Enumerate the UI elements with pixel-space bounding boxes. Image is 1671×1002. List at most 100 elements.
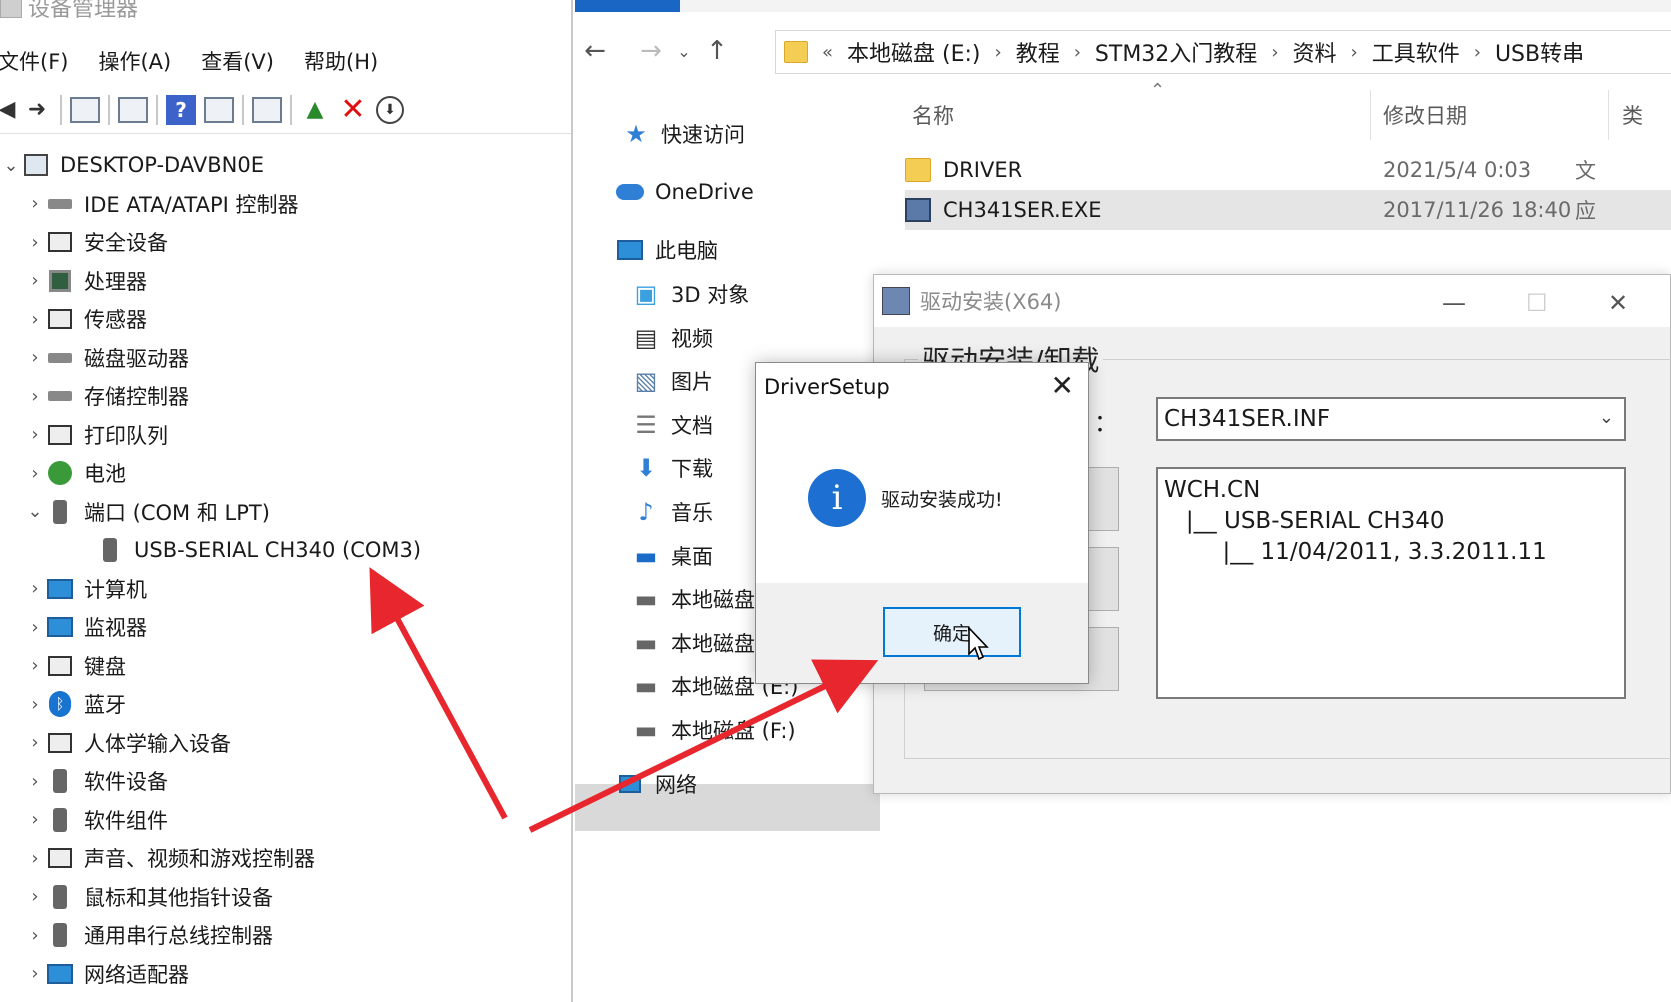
- device-category[interactable]: › 软件设备: [0, 762, 571, 801]
- menu-file[interactable]: 文件(F): [0, 44, 84, 80]
- chevron-right-icon[interactable]: ›: [24, 963, 46, 984]
- device-category[interactable]: › 通用串行总线控制器: [0, 916, 571, 955]
- device-category[interactable]: › 网络适配器: [0, 955, 571, 994]
- chevron-right-icon[interactable]: ›: [24, 694, 46, 715]
- device-category[interactable]: › 软件组件: [0, 801, 571, 840]
- breadcrumb-tools[interactable]: 工具软件: [1372, 36, 1460, 68]
- chevron-down-icon[interactable]: ⌄: [1599, 407, 1614, 428]
- column-header-type[interactable]: 类: [1622, 100, 1643, 130]
- nav-this-pc-item[interactable]: ▬ 本地磁盘: [631, 579, 755, 619]
- chevron-right-icon[interactable]: ›: [24, 270, 46, 291]
- nav-this-pc-item[interactable]: ♪ 音乐: [631, 492, 713, 532]
- device-category[interactable]: › 监视器: [0, 608, 571, 647]
- chevron-right-icon[interactable]: ›: [24, 771, 46, 792]
- chevron-right-icon[interactable]: ›: [1351, 42, 1358, 63]
- device-category[interactable]: › 处理器: [0, 262, 571, 301]
- device-category[interactable]: › 键盘: [0, 647, 571, 686]
- nav-this-pc[interactable]: 此电脑: [615, 230, 718, 270]
- breadcrumb-stm32[interactable]: STM32入门教程: [1095, 36, 1257, 68]
- inf-select-dropdown[interactable]: CH341SER.INF ⌄: [1156, 397, 1626, 441]
- device-category[interactable]: › 声音、视频和游戏控制器: [0, 839, 571, 878]
- chevron-right-icon[interactable]: ›: [24, 809, 46, 830]
- disable-device-icon[interactable]: ⬇: [376, 95, 404, 124]
- nav-network[interactable]: 网络: [615, 764, 697, 804]
- minimize-icon[interactable]: —: [1442, 289, 1466, 317]
- update-driver-icon[interactable]: ▲: [300, 95, 330, 125]
- device-category[interactable]: › 电池: [0, 454, 571, 493]
- chevron-right-icon[interactable]: ›: [1474, 42, 1481, 63]
- chevron-right-icon[interactable]: ›: [24, 617, 46, 638]
- chevron-down-icon[interactable]: ⌄: [0, 155, 22, 176]
- chevron-right-icon[interactable]: ›: [24, 193, 46, 214]
- chevron-right-icon[interactable]: ›: [24, 309, 46, 330]
- file-row[interactable]: DRIVER 2021/5/4 0:03 文: [905, 150, 1671, 190]
- chevron-right-icon[interactable]: ›: [1074, 42, 1081, 63]
- chevron-right-icon[interactable]: ›: [24, 925, 46, 946]
- scan-hardware-icon[interactable]: [252, 96, 282, 123]
- device-item[interactable]: USB-SERIAL CH340 (COM3): [0, 531, 571, 570]
- device-category[interactable]: › ᛒ 蓝牙: [0, 685, 571, 724]
- breadcrumb-drive[interactable]: 本地磁盘 (E:): [847, 36, 980, 68]
- nav-this-pc-item[interactable]: ⬇ 下载: [631, 448, 713, 488]
- column-header-name[interactable]: 名称: [912, 100, 954, 130]
- file-tab[interactable]: [575, 0, 680, 12]
- close-icon[interactable]: ✕: [1608, 289, 1628, 317]
- nav-this-pc-item[interactable]: ▬ 桌面: [631, 536, 713, 576]
- device-category[interactable]: › 鼠标和其他指针设备: [0, 878, 571, 917]
- nav-onedrive[interactable]: OneDrive: [615, 172, 754, 212]
- nav-this-pc-item[interactable]: ▤ 视频: [631, 318, 713, 358]
- device-category[interactable]: › IDE ATA/ATAPI 控制器: [0, 185, 571, 224]
- forward-icon[interactable]: →: [631, 36, 671, 66]
- column-divider[interactable]: [1370, 90, 1371, 140]
- forward-arrow-icon[interactable]: ➜: [22, 95, 52, 125]
- back-icon[interactable]: ←: [575, 36, 615, 66]
- nav-this-pc-item[interactable]: ☰ 文档: [631, 405, 713, 445]
- maximize-icon[interactable]: ☐: [1526, 289, 1548, 317]
- chevron-right-icon[interactable]: ›: [24, 347, 46, 368]
- close-icon[interactable]: ✕: [1051, 369, 1074, 402]
- tree-root[interactable]: ⌄ DESKTOP-DAVBN0E: [0, 146, 571, 185]
- nav-quick-access[interactable]: ★ 快速访问: [621, 114, 745, 154]
- help-icon[interactable]: ?: [166, 94, 196, 125]
- properties-icon[interactable]: [118, 96, 148, 123]
- chevron-right-icon[interactable]: ›: [24, 424, 46, 445]
- chevron-right-icon[interactable]: ›: [24, 848, 46, 869]
- recent-locations-icon[interactable]: ⌄: [671, 42, 697, 61]
- breadcrumb-materials[interactable]: 资料: [1293, 36, 1337, 68]
- chevron-right-icon[interactable]: ›: [24, 732, 46, 753]
- address-bar[interactable]: « 本地磁盘 (E:) › 教程 › STM32入门教程 › 资料 › 工具软件…: [775, 30, 1671, 74]
- menu-help[interactable]: 帮助(H): [304, 44, 394, 80]
- menu-action[interactable]: 操作(A): [98, 44, 187, 80]
- nav-this-pc-item[interactable]: ▣ 3D 对象: [631, 274, 750, 314]
- column-divider[interactable]: [1608, 90, 1609, 140]
- file-row-selected[interactable]: CH341SER.EXE 2017/11/26 18:40 应: [905, 190, 1671, 230]
- device-category[interactable]: › 人体学输入设备: [0, 724, 571, 763]
- chevron-right-icon[interactable]: ›: [1271, 42, 1278, 63]
- nav-this-pc-item[interactable]: ▬ 本地磁盘 (F:): [631, 710, 796, 750]
- show-hide-console-tree-icon[interactable]: [70, 96, 100, 123]
- device-category[interactable]: › 打印队列: [0, 416, 571, 455]
- menu-view[interactable]: 查看(V): [201, 44, 290, 80]
- device-category[interactable]: › 安全设备: [0, 223, 571, 262]
- chevron-right-icon[interactable]: ›: [995, 42, 1002, 63]
- uninstall-device-icon[interactable]: ✕: [338, 92, 368, 127]
- chevron-right-icon[interactable]: ›: [24, 386, 46, 407]
- chevron-right-icon[interactable]: ›: [24, 655, 46, 676]
- device-category[interactable]: › 存储控制器: [0, 377, 571, 416]
- device-category[interactable]: ⌄ 端口 (COM 和 LPT): [0, 493, 571, 532]
- chevron-right-icon[interactable]: ›: [24, 232, 46, 253]
- nav-this-pc-item[interactable]: ▧ 图片: [631, 361, 713, 401]
- device-category[interactable]: › 传感器: [0, 300, 571, 339]
- chevron-right-icon[interactable]: ›: [24, 578, 46, 599]
- breadcrumb-usb-serial[interactable]: USB转串: [1495, 36, 1584, 68]
- chevron-right-icon[interactable]: ›: [24, 886, 46, 907]
- overflow-chevron-icon[interactable]: «: [822, 42, 833, 63]
- column-header-modified[interactable]: 修改日期: [1383, 100, 1467, 130]
- chevron-right-icon[interactable]: ›: [24, 463, 46, 484]
- device-category[interactable]: › 计算机: [0, 570, 571, 609]
- device-category[interactable]: › 磁盘驱动器: [0, 339, 571, 378]
- action-pane-icon[interactable]: [204, 96, 234, 123]
- up-icon[interactable]: ↑: [697, 36, 737, 66]
- breadcrumb-tutorial[interactable]: 教程: [1016, 36, 1060, 68]
- back-arrow-icon[interactable]: ◀: [0, 95, 15, 125]
